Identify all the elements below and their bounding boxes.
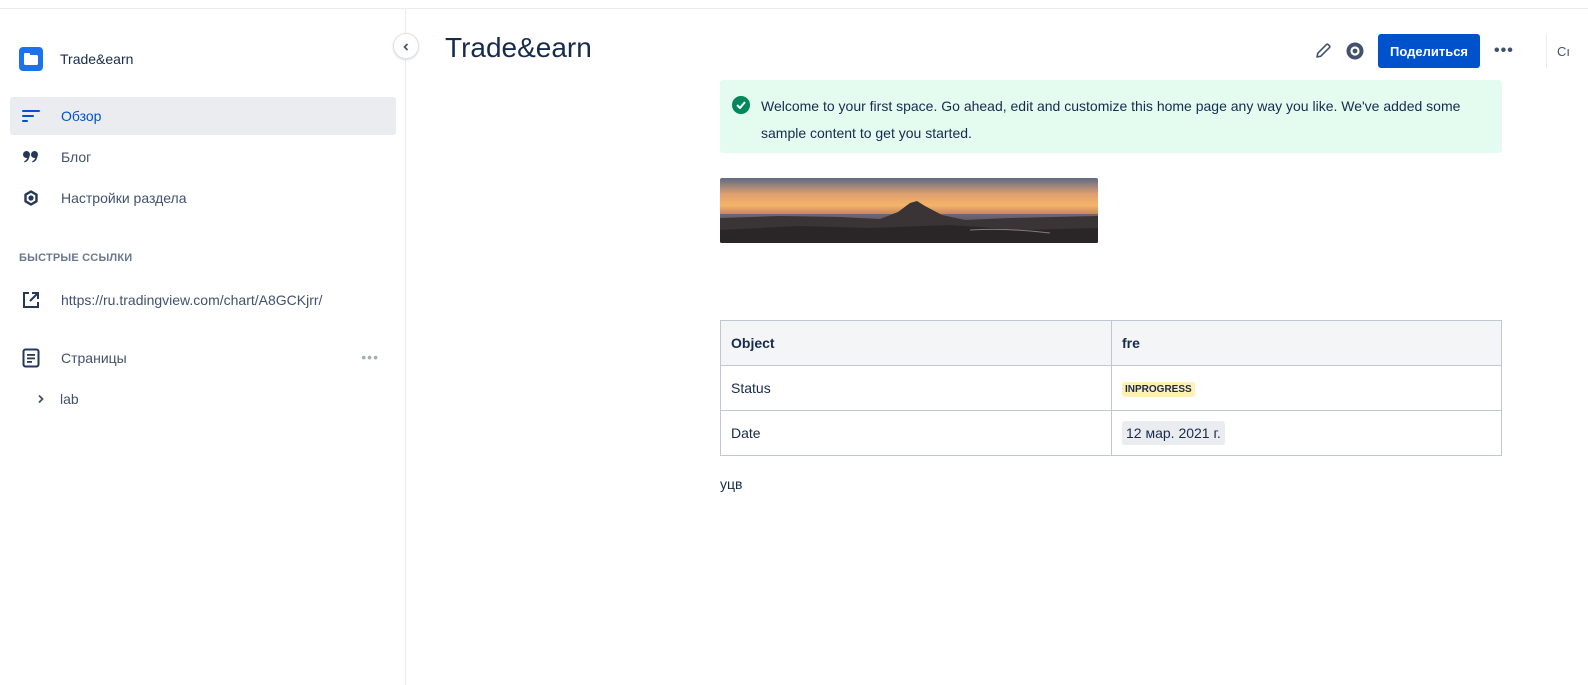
- collapse-sidebar-button[interactable]: [393, 33, 419, 59]
- space-avatar-icon: [19, 47, 43, 71]
- sidebar-item-space-settings[interactable]: Настройки раздела: [10, 179, 396, 217]
- table-cell: INPROGRESS: [1111, 365, 1502, 411]
- eye-icon[interactable]: [1342, 38, 1368, 64]
- sidebar-item-overview[interactable]: Обзор: [10, 97, 396, 135]
- quick-links-title: БЫСТРЫЕ ССЫЛКИ: [19, 252, 133, 264]
- info-panel-text: Welcome to your first space. Go ahead, e…: [761, 98, 1461, 141]
- chevron-right-icon[interactable]: [36, 391, 50, 407]
- table-row: Status INPROGRESS: [720, 365, 1502, 411]
- table-row: Date 12 мар. 2021 г.: [720, 410, 1502, 456]
- more-actions-icon[interactable]: •••: [1494, 42, 1514, 60]
- table-header-cell: fre: [1111, 320, 1502, 366]
- pencil-icon[interactable]: [1310, 38, 1336, 64]
- space-header[interactable]: Trade&earn: [19, 46, 133, 72]
- cut-off-button[interactable]: Cı: [1546, 34, 1588, 68]
- page-toolbar: Поделиться •••: [1310, 34, 1514, 68]
- quick-link-item[interactable]: https://ru.tradingview.com/chart/A8GCKjr…: [10, 281, 396, 319]
- table-cell: Status: [720, 365, 1112, 411]
- space-name: Trade&earn: [60, 51, 134, 67]
- top-bar: [0, 0, 1588, 9]
- body-paragraph: уцв: [720, 476, 743, 492]
- pages-label: Страницы: [61, 350, 127, 366]
- chevron-left-icon: [402, 39, 410, 54]
- table-header-row: Object fre: [720, 320, 1502, 366]
- pages-more-icon[interactable]: •••: [361, 349, 379, 365]
- check-circle-icon: [732, 96, 750, 114]
- sidebar-item-label: Блог: [61, 149, 92, 165]
- info-panel-success: Welcome to your first space. Go ahead, e…: [720, 80, 1502, 153]
- page-tree-item[interactable]: lab: [36, 387, 79, 411]
- overview-icon: [20, 105, 42, 127]
- quote-icon: [20, 146, 42, 168]
- share-button[interactable]: Поделиться: [1378, 34, 1481, 68]
- status-badge[interactable]: INPROGRESS: [1122, 382, 1195, 397]
- date-lozenge[interactable]: 12 мар. 2021 г.: [1122, 421, 1225, 445]
- external-link-icon: [20, 289, 42, 311]
- sidebar-item-label: Обзор: [61, 108, 102, 124]
- sidebar-item-label: Настройки раздела: [61, 190, 187, 206]
- sidebar: Trade&earn Обзор Блог Настройки раздела …: [0, 9, 406, 685]
- mountain-sunset-image: [720, 178, 1098, 243]
- table-header-cell: Object: [720, 320, 1112, 366]
- gear-icon: [20, 187, 42, 209]
- page-tree-label: lab: [60, 391, 79, 407]
- table-cell: 12 мар. 2021 г.: [1111, 410, 1502, 456]
- sidebar-item-blog[interactable]: Блог: [10, 138, 396, 176]
- properties-table: Object fre Status INPROGRESS Date 12 мар…: [720, 320, 1502, 456]
- sidebar-item-pages[interactable]: Страницы •••: [10, 339, 396, 377]
- page-title: Trade&earn: [445, 32, 592, 63]
- page-icon: [20, 347, 42, 369]
- quick-link-label: https://ru.tradingview.com/chart/A8GCKjr…: [61, 292, 323, 308]
- app-window: Trade&earn Обзор Блог Настройки раздела …: [0, 0, 1588, 685]
- table-cell: Date: [720, 410, 1112, 456]
